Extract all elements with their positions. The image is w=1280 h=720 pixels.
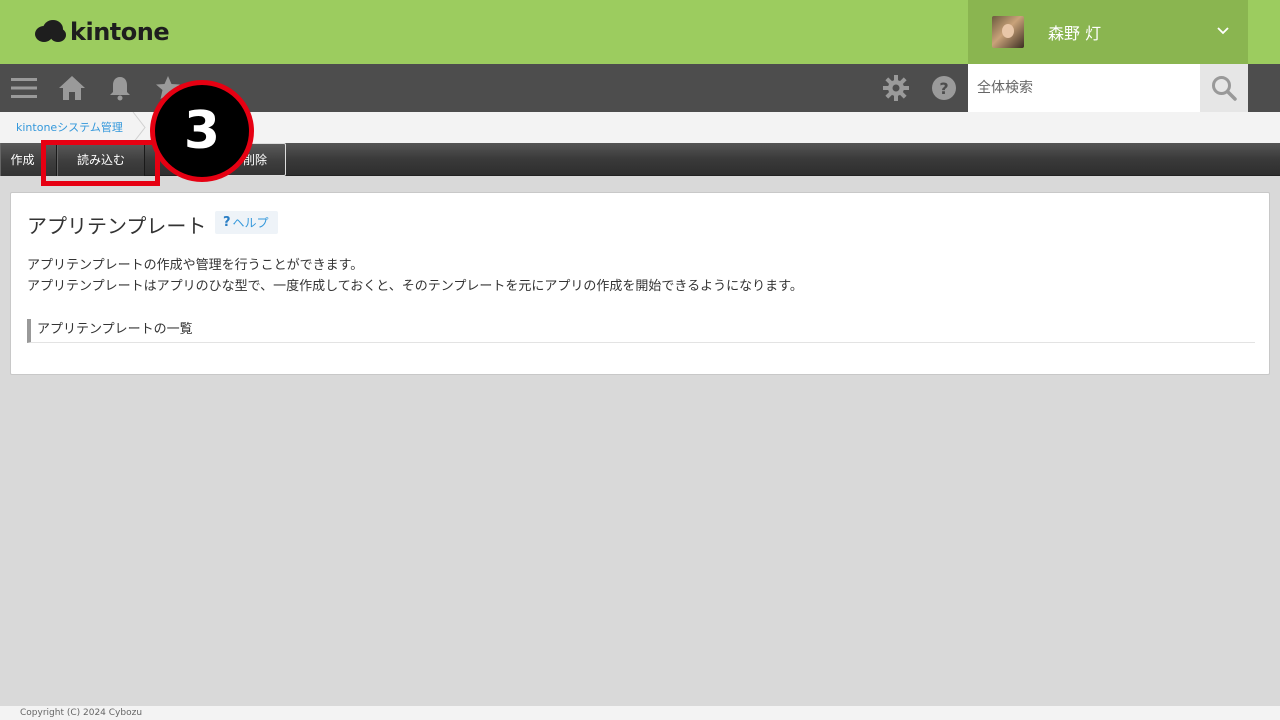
user-menu[interactable]: 森野 灯 [968,0,1248,64]
step-number-badge: 3 [150,80,254,182]
menu-icon[interactable] [10,74,38,102]
page-title: アプリテンプレート [27,214,207,238]
app-template-panel: アプリテンプレート ? ヘルプ アプリテンプレートの作成や管理を行うことができま… [10,192,1270,375]
search-icon [1212,76,1237,101]
description: アプリテンプレートの作成や管理を行うことができます。 アプリテンプレートはアプリ… [27,255,803,297]
chevron-down-icon [1217,27,1229,35]
create-button-label: 作成 [10,153,35,167]
breadcrumb-system-admin[interactable]: kintoneシステム管理 [16,119,123,135]
logo-text: kintone [70,18,170,46]
help-link[interactable]: ? ヘルプ [215,211,278,234]
cloud-icon [35,20,66,42]
home-icon[interactable] [58,74,86,102]
top-header: kintone 森野 灯 [0,0,1280,64]
copyright-footer: Copyright (C) 2024 Cybozu [0,706,1280,720]
template-list-heading: アプリテンプレートの一覧 [27,319,1255,343]
search-input[interactable] [968,64,1200,112]
description-line: アプリテンプレートの作成や管理を行うことができます。 [27,258,364,273]
breadcrumb-separator [132,112,146,143]
help-question-icon: ? [223,215,231,230]
user-name: 森野 灯 [1048,24,1102,43]
bell-icon[interactable] [106,74,134,102]
kintone-logo[interactable]: kintone [34,16,170,48]
svg-text:?: ? [939,79,948,98]
avatar [992,16,1024,48]
search-button[interactable] [1200,64,1248,112]
description-line: アプリテンプレートはアプリのひな型で、一度作成しておくと、そのテンプレートを元に… [27,279,803,294]
help-icon[interactable]: ? [930,74,958,102]
highlight-box [41,140,160,186]
gear-icon[interactable] [882,74,910,102]
help-label: ヘルプ [232,216,269,230]
